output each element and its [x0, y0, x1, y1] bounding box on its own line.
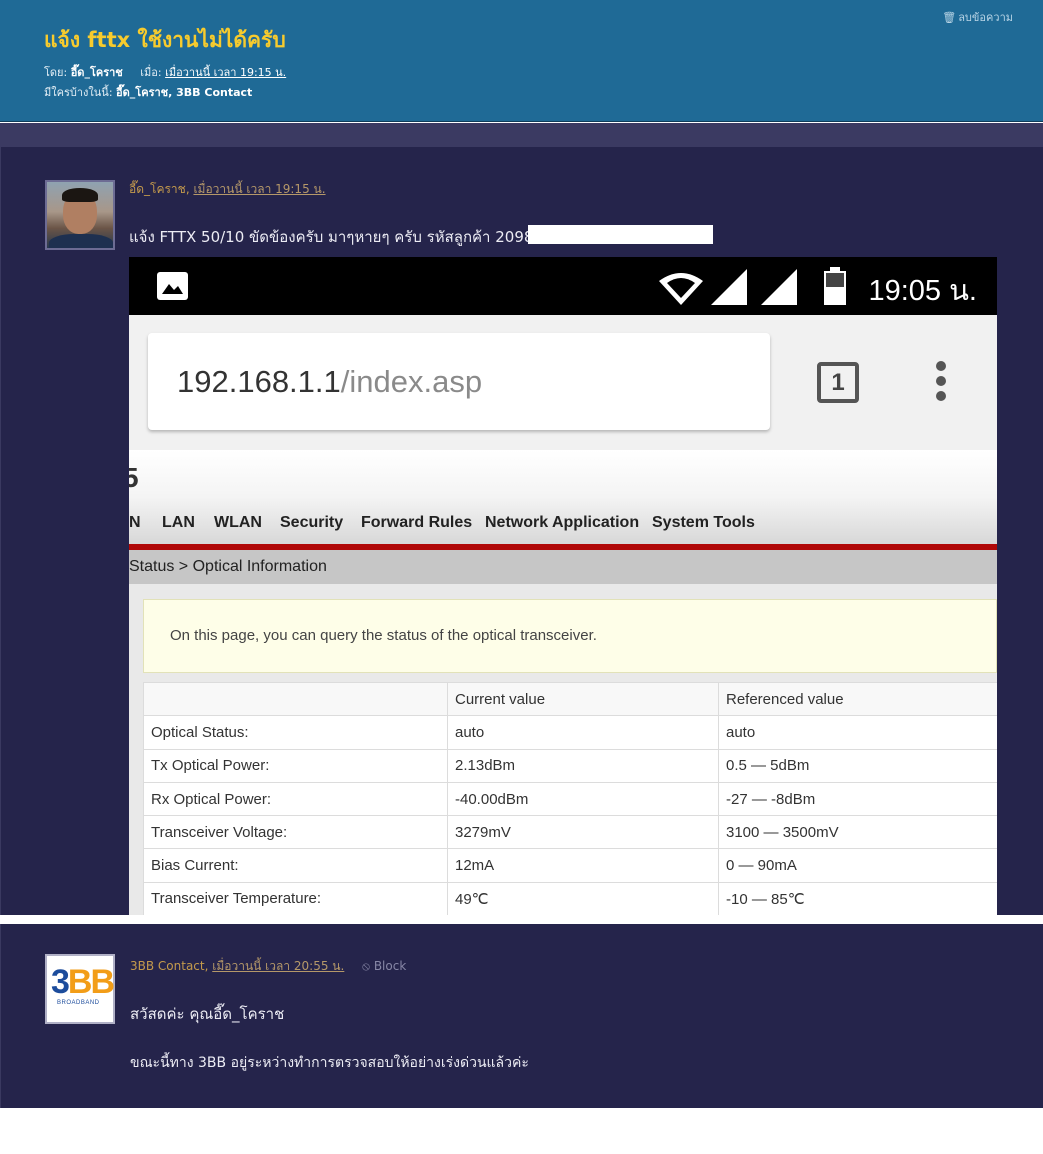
- more-options-icon[interactable]: [935, 361, 947, 403]
- block-button[interactable]: ⦸ Block: [362, 959, 406, 973]
- nav-item-lan[interactable]: LAN: [162, 514, 195, 532]
- table-header-row: Current value Referenced value: [143, 681, 997, 717]
- table-cell: 12mA: [447, 848, 719, 883]
- post-1: อี๊ด_โคราช, เมื่อวานนี้ เวลา 19:15 น. แจ…: [0, 147, 1043, 915]
- thread-author-link[interactable]: อี๊ด_โคราช: [71, 66, 123, 79]
- table-cell: auto: [718, 715, 997, 750]
- table-row: Optical Status: auto auto: [143, 715, 997, 750]
- table-row: Tx Optical Power: 2.13dBm 0.5 — 5dBm: [143, 748, 997, 783]
- table-cell: Rx Optical Power:: [143, 781, 448, 817]
- breadcrumb-bar: Status > Optical Information: [129, 550, 997, 584]
- status-clock: 19:05 น.: [868, 275, 977, 307]
- table-cell: -27 — -8dBm: [718, 781, 997, 817]
- by-label: โดย:: [44, 66, 68, 79]
- table-cell: 0.5 — 5dBm: [718, 748, 997, 783]
- block-icon: ⦸: [362, 959, 370, 973]
- thread-viewers: มีใครบ้างในนี้: อี๊ด_โคราช, 3BB Contact: [44, 83, 252, 101]
- table-cell: -40.00dBm: [447, 781, 719, 817]
- post-2: 3BB BROADBAND 3BB Contact, เมื่อวานนี้ เ…: [0, 924, 1043, 1108]
- table-row: Bias Current: 12mA 0 — 90mA: [143, 848, 997, 883]
- viewers-list[interactable]: อี๊ด_โคราช, 3BB Contact: [116, 86, 252, 99]
- table-row: Transceiver Voltage: 3279mV 3100 — 3500m…: [143, 815, 997, 850]
- post-2-text: ขณะนี้ทาง 3BB อยู่ระหว่างทำการตรวจสอบให้…: [130, 1055, 529, 1071]
- table-cell: Transceiver Voltage:: [143, 815, 448, 850]
- 3bb-logo-sub: BROADBAND: [57, 1000, 100, 1006]
- post-2-greeting: สวัสดค่ะ คุณอี๊ด_โคราช: [130, 1005, 285, 1023]
- header-divider: [0, 123, 1043, 147]
- url-path: /index.asp: [340, 364, 483, 399]
- info-box: On this page, you can query the status o…: [143, 599, 997, 673]
- post-1-author-link[interactable]: อี๊ด_โคราช: [129, 182, 186, 196]
- post-2-time-link[interactable]: เมื่อวานนี้ เวลา 20:55 น.: [212, 959, 344, 973]
- table-cell: 0 — 90mA: [718, 848, 997, 883]
- avatar[interactable]: 3BB BROADBAND: [45, 954, 115, 1024]
- thread-meta: โดย: อี๊ด_โคราช เมื่อ: เมื่อวานนี้ เวลา …: [44, 63, 286, 81]
- thread-title: แจ้ง fttx ใช้งานไม่ได้ครับ: [44, 28, 286, 52]
- url-host: 192.168.1.1: [177, 364, 341, 399]
- optical-info-table: Current value Referenced value Optical S…: [143, 681, 997, 915]
- image-icon: [157, 272, 188, 300]
- nav-item-network-application[interactable]: Network Application: [485, 514, 639, 532]
- table-cell: Transceiver Temperature:: [143, 881, 448, 915]
- when-label: เมื่อ:: [140, 66, 162, 79]
- avatar[interactable]: [45, 180, 115, 250]
- table-row: Rx Optical Power: -40.00dBm -27 — -8dBm: [143, 781, 997, 817]
- table-header-cell: Referenced value: [718, 681, 997, 717]
- delete-message-link[interactable]: 🗑 ลบข้อความ: [942, 8, 1013, 26]
- table-cell: 3279mV: [447, 815, 719, 850]
- post-2-author-link[interactable]: 3BB Contact: [130, 959, 205, 973]
- post-1-meta: อี๊ด_โคราช, เมื่อวานนี้ เวลา 19:15 น.: [129, 182, 326, 196]
- table-cell: auto: [447, 715, 719, 750]
- browser-toolbar: 192.168.1.1/index.asp 1: [129, 315, 997, 450]
- phone-status-bar: 19:05 น.: [129, 257, 997, 315]
- post-1-time-link[interactable]: เมื่อวานนี้ เวลา 19:15 น.: [193, 182, 325, 196]
- delete-label: ลบข้อความ: [958, 11, 1013, 24]
- attached-screenshot[interactable]: 19:05 น. 192.168.1.1/index.asp 1 5 N LAN…: [129, 257, 997, 915]
- table-cell: Tx Optical Power:: [143, 748, 448, 783]
- trash-icon: 🗑: [942, 11, 957, 24]
- redaction-box: [528, 225, 713, 244]
- table-cell: -10 — 85℃: [718, 881, 997, 915]
- table-row: Transceiver Temperature: 49℃ -10 — 85℃: [143, 881, 997, 915]
- thread-header: แจ้ง fttx ใช้งานไม่ได้ครับ 🗑 ลบข้อความ โด…: [0, 0, 1043, 122]
- info-text: On this page, you can query the status o…: [170, 627, 597, 644]
- nav-item-forward-rules[interactable]: Forward Rules: [361, 514, 472, 532]
- 3bb-logo: 3BB: [51, 963, 115, 1001]
- url-bar[interactable]: 192.168.1.1/index.asp: [148, 333, 770, 430]
- router-logo-fragment: 5: [129, 462, 139, 493]
- nav-item-security[interactable]: Security: [280, 514, 343, 532]
- nav-item-system-tools[interactable]: System Tools: [652, 514, 755, 532]
- table-header-cell: Current value: [447, 681, 719, 717]
- breadcrumb: Status > Optical Information: [129, 558, 327, 575]
- url-text: 192.168.1.1/index.asp: [177, 364, 482, 400]
- nav-item-partial[interactable]: N: [129, 514, 141, 532]
- post-1-text: แจ้ง FTTX 50/10 ขัดข้องครับ มาๆหายๆ ครับ…: [129, 228, 534, 246]
- tabs-count-button[interactable]: 1: [817, 362, 859, 403]
- post-separator: [0, 915, 1043, 924]
- nav-item-wlan[interactable]: WLAN: [214, 514, 262, 532]
- thread-time-link[interactable]: เมื่อวานนี้ เวลา 19:15 น.: [165, 66, 286, 79]
- table-cell: 49℃: [447, 881, 719, 915]
- table-cell: 2.13dBm: [447, 748, 719, 783]
- router-header: 5 N LAN WLAN Security Forward Rules Netw…: [129, 450, 997, 544]
- table-cell: 3100 — 3500mV: [718, 815, 997, 850]
- table-cell: Optical Status:: [143, 715, 448, 750]
- post-2-meta: 3BB Contact, เมื่อวานนี้ เวลา 20:55 น. ⦸…: [130, 959, 407, 973]
- table-header-cell: [143, 681, 448, 717]
- table-cell: Bias Current:: [143, 848, 448, 883]
- viewers-label: มีใครบ้างในนี้:: [44, 86, 113, 99]
